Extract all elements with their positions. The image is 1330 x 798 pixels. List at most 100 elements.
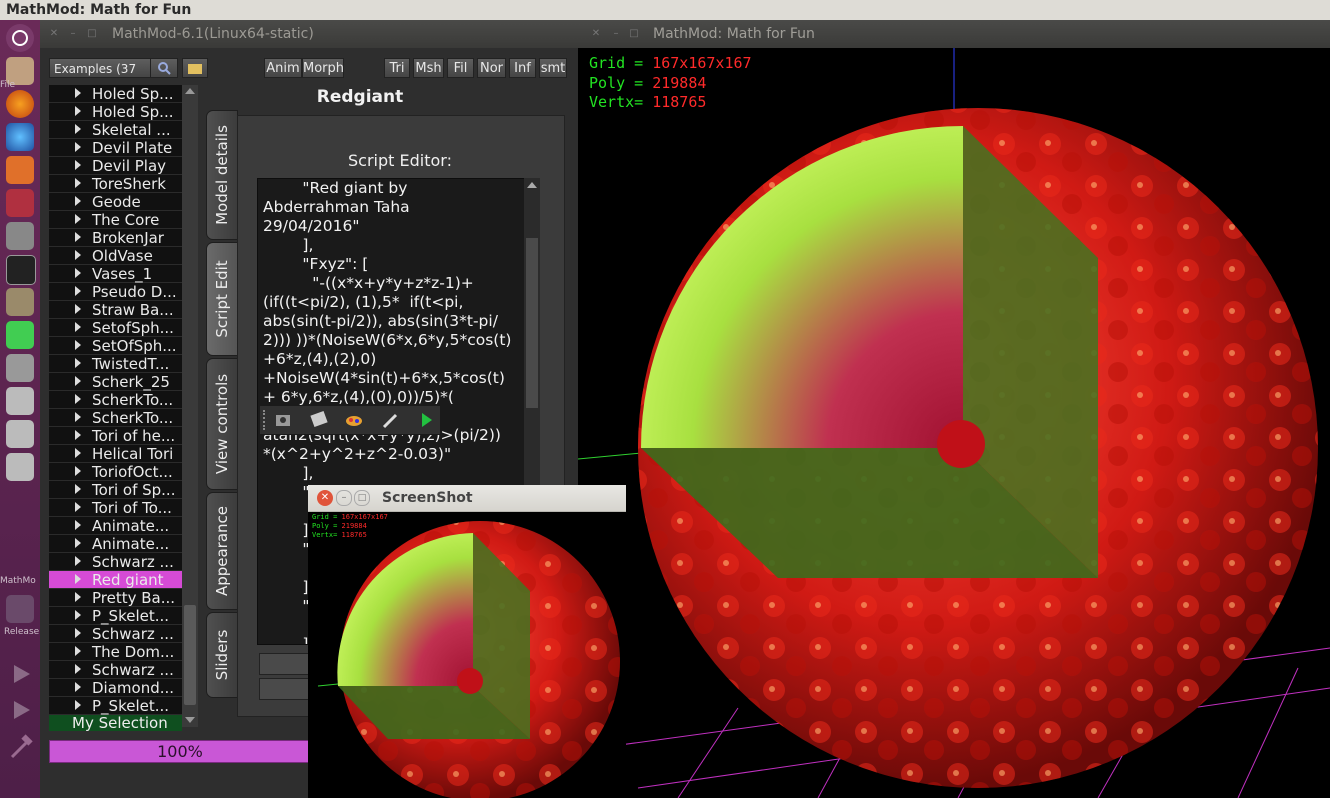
expand-arrow-icon[interactable] xyxy=(75,214,81,224)
search-button[interactable] xyxy=(150,58,178,78)
open-folder-button[interactable] xyxy=(182,58,208,78)
hammer-icon[interactable] xyxy=(6,733,34,761)
list-item[interactable]: Schwarz ... xyxy=(49,625,182,643)
expand-arrow-icon[interactable] xyxy=(75,106,81,116)
ubuntu-dash-icon[interactable] xyxy=(6,24,34,52)
list-item[interactable]: ToriofOct... xyxy=(49,463,182,481)
list-item[interactable]: Holed Sp... xyxy=(49,85,182,103)
expand-arrow-icon[interactable] xyxy=(75,538,81,548)
play-icon[interactable] xyxy=(6,660,34,688)
list-item[interactable]: Red giant xyxy=(49,571,182,589)
smt-button[interactable]: smt xyxy=(539,58,567,78)
expand-arrow-icon[interactable] xyxy=(75,88,81,98)
list-item[interactable]: SetOfSph... xyxy=(49,337,182,355)
expand-arrow-icon[interactable] xyxy=(75,430,81,440)
expand-arrow-icon[interactable] xyxy=(75,556,81,566)
list-item[interactable]: P_Skelet... xyxy=(49,607,182,625)
anim-button[interactable]: Anim xyxy=(264,58,302,78)
expand-arrow-icon[interactable] xyxy=(75,502,81,512)
list-item[interactable]: Tori of Sp... xyxy=(49,481,182,499)
terminal-icon[interactable] xyxy=(6,255,36,285)
expand-arrow-icon[interactable] xyxy=(75,664,81,674)
viewer-maximize-icon[interactable]: □ xyxy=(628,28,640,40)
msh-button[interactable]: Msh xyxy=(413,58,444,78)
fil-button[interactable]: Fil xyxy=(447,58,474,78)
firefox-icon[interactable] xyxy=(6,90,34,118)
list-item[interactable]: The Core xyxy=(49,211,182,229)
list-item[interactable]: Helical Tori xyxy=(49,445,182,463)
list-item[interactable]: Schwarz ... xyxy=(49,661,182,679)
expand-arrow-icon[interactable] xyxy=(75,610,81,620)
display-icon[interactable] xyxy=(6,595,34,623)
tab-appearance[interactable]: Appearance xyxy=(206,492,238,610)
3d-viewport[interactable] xyxy=(578,48,1330,798)
list-item[interactable]: Schwarz ... xyxy=(49,553,182,571)
expand-arrow-icon[interactable] xyxy=(75,250,81,260)
list-item[interactable]: Pseudo D... xyxy=(49,283,182,301)
expand-arrow-icon[interactable] xyxy=(75,340,81,350)
expand-arrow-icon[interactable] xyxy=(75,160,81,170)
list-item[interactable]: OldVase xyxy=(49,247,182,265)
list-item[interactable]: Tori of he... xyxy=(49,427,182,445)
list-item[interactable]: Animate... xyxy=(49,517,182,535)
scroll-thumb[interactable] xyxy=(184,605,196,705)
drive-icon-2[interactable] xyxy=(6,420,34,448)
app-icon[interactable] xyxy=(6,123,34,151)
expand-arrow-icon[interactable] xyxy=(75,322,81,332)
color-palette-icon[interactable] xyxy=(346,416,362,426)
list-item[interactable]: P_Skelet... xyxy=(49,697,182,715)
morph-button[interactable]: Morph xyxy=(302,58,344,78)
list-item[interactable]: Scherk_25 xyxy=(49,373,182,391)
expand-arrow-icon[interactable] xyxy=(75,304,81,314)
expand-arrow-icon[interactable] xyxy=(75,682,81,692)
screenshot-minimize-icon[interactable]: – xyxy=(336,490,352,506)
expand-arrow-icon[interactable] xyxy=(75,646,81,656)
software-center-icon[interactable] xyxy=(6,156,34,184)
scroll-up-arrow[interactable] xyxy=(185,88,195,94)
save-icon[interactable] xyxy=(310,410,328,428)
my-selection-item[interactable]: My Selection xyxy=(49,715,182,732)
list-item[interactable]: Diamond... xyxy=(49,679,182,697)
gimp-icon[interactable] xyxy=(6,288,34,316)
list-item[interactable]: TwistedT... xyxy=(49,355,182,373)
list-item[interactable]: The Dom... xyxy=(49,643,182,661)
tri-button[interactable]: Tri xyxy=(384,58,410,78)
drive-icon-3[interactable] xyxy=(6,453,34,481)
list-item[interactable]: ScherkTo... xyxy=(49,391,182,409)
list-item[interactable]: SetofSph... xyxy=(49,319,182,337)
expand-arrow-icon[interactable] xyxy=(75,358,81,368)
examples-dropdown[interactable]: Examples (37 xyxy=(49,58,156,78)
inf-button[interactable]: Inf xyxy=(509,58,536,78)
list-scrollbar[interactable] xyxy=(182,85,198,727)
drive-icon[interactable] xyxy=(6,387,34,415)
expand-arrow-icon[interactable] xyxy=(75,124,81,134)
list-item[interactable]: Holed Sp... xyxy=(49,103,182,121)
expand-arrow-icon[interactable] xyxy=(75,700,81,710)
tab-view-controls[interactable]: View controls xyxy=(206,358,238,490)
expand-arrow-icon[interactable] xyxy=(75,376,81,386)
editor-scroll-up-arrow[interactable] xyxy=(527,182,537,188)
tab-sliders[interactable]: Sliders xyxy=(206,612,238,698)
expand-arrow-icon[interactable] xyxy=(75,268,81,278)
list-item[interactable]: Tori of To... xyxy=(49,499,182,517)
viewer-minimize-icon[interactable]: – xyxy=(610,28,622,40)
nor-button[interactable]: Nor xyxy=(477,58,506,78)
list-item[interactable]: Animate... xyxy=(49,535,182,553)
camera-icon[interactable] xyxy=(6,222,34,250)
play-icon-2[interactable] xyxy=(6,696,34,724)
viewer-close-icon[interactable]: ✕ xyxy=(590,28,602,40)
editor-scroll-thumb[interactable] xyxy=(526,238,538,408)
list-item[interactable]: Straw Ba... xyxy=(49,301,182,319)
settings-icon[interactable] xyxy=(6,189,34,217)
close-icon[interactable]: ✕ xyxy=(48,28,60,40)
expand-arrow-icon[interactable] xyxy=(75,196,81,206)
maximize-icon[interactable]: □ xyxy=(86,28,98,40)
list-item[interactable]: Devil Play xyxy=(49,157,182,175)
help-icon[interactable] xyxy=(6,354,34,382)
expand-arrow-icon[interactable] xyxy=(75,178,81,188)
screenshot-maximize-icon[interactable]: □ xyxy=(354,490,370,506)
list-item[interactable]: BrokenJar xyxy=(49,229,182,247)
list-item[interactable]: Devil Plate xyxy=(49,139,182,157)
snapshot-icon[interactable] xyxy=(276,415,290,426)
expand-arrow-icon[interactable] xyxy=(75,394,81,404)
